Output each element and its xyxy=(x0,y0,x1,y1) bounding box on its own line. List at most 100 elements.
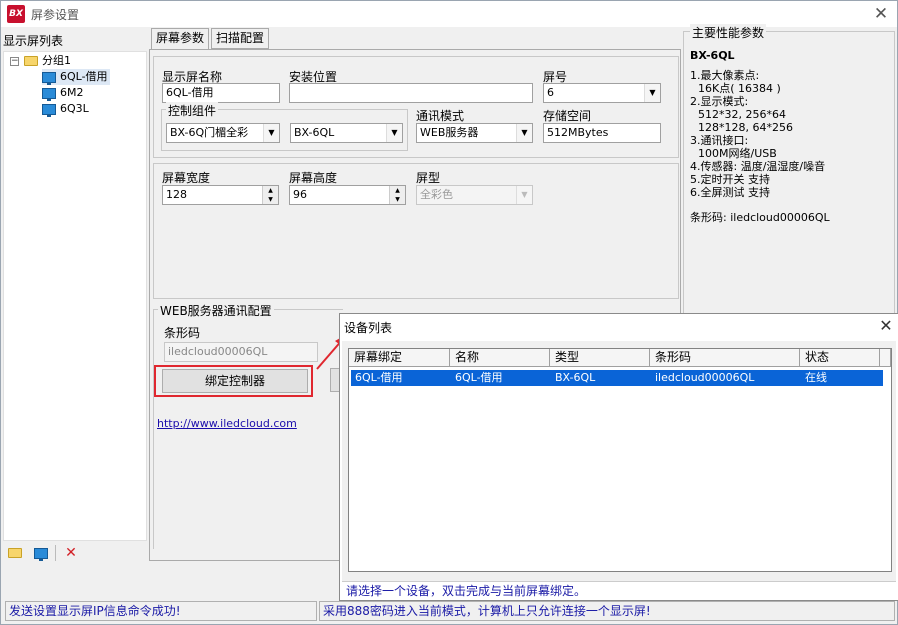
col-header[interactable]: 条形码 xyxy=(650,349,800,367)
tab-scan-config[interactable]: 扫描配置 xyxy=(211,28,270,49)
window-close-button[interactable]: ✕ xyxy=(869,3,893,25)
spec-barcode: 条形码: iledcloud00006QL xyxy=(690,211,830,224)
height-value: 96 xyxy=(293,188,307,201)
comm-label: 通讯模式 xyxy=(416,109,465,123)
width-label: 屏幕宽度 xyxy=(162,171,211,185)
tree-group-label: 分组1 xyxy=(42,54,71,67)
ctrl-group-label: 控制组件 xyxy=(166,102,219,119)
spin-down-icon[interactable]: ▼ xyxy=(262,195,278,204)
spin-down-icon[interactable]: ▼ xyxy=(389,195,405,204)
delete-button[interactable]: ✕ xyxy=(63,546,79,560)
type-label: 屏型 xyxy=(416,171,441,185)
tree-item-label: 6Q3L xyxy=(60,102,89,115)
specs-model: BX-6QL xyxy=(690,49,735,62)
monitor-icon xyxy=(34,547,48,561)
status-right: 采用888密码进入当前模式，计算机上只允许连接一个显示屏! xyxy=(319,601,895,621)
ctrl-model-select[interactable]: BX-6QL ▼ xyxy=(290,123,403,143)
comm-select[interactable]: WEB服务器 ▼ xyxy=(416,123,533,143)
storage-label: 存储空间 xyxy=(543,109,592,123)
tree-toolbar: ✕ xyxy=(3,541,147,565)
cell-barcode: iledcloud00006QL xyxy=(655,371,755,384)
spec-line: 100M网络/USB xyxy=(698,147,777,160)
tree-group[interactable]: 分组1 xyxy=(24,53,71,69)
monitor-icon xyxy=(42,71,56,85)
col-header[interactable]: 名称 xyxy=(450,349,550,367)
dialog-body: 屏幕绑定 名称 类型 条形码 状态 6QL-借用 6QL-借用 BX-6QL i… xyxy=(342,341,896,587)
width-value: 128 xyxy=(166,188,187,201)
spec-line: 6.全屏测试 支持 xyxy=(690,186,770,199)
dialog-close-button[interactable]: ✕ xyxy=(876,316,896,336)
highlight-box xyxy=(154,365,313,397)
spec-line: 16K点( 16384 ) xyxy=(698,82,781,95)
size-group: 屏幕宽度 128 ▲ ▼ 屏幕高度 96 ▲ ▼ 屏型 全彩色 ▼ xyxy=(153,163,679,299)
location-field[interactable] xyxy=(289,83,533,103)
monitor-icon xyxy=(42,103,56,117)
tree-item-label: 6M2 xyxy=(60,86,84,99)
col-header[interactable]: 屏幕绑定 xyxy=(349,349,450,367)
col-header-filler xyxy=(880,349,891,367)
chevron-down-icon: ▼ xyxy=(516,186,532,204)
name-field[interactable]: 6QL-借用 xyxy=(162,83,280,103)
monitor-icon xyxy=(42,87,56,101)
add-screen-button[interactable] xyxy=(33,546,49,561)
ctrl-series-select[interactable]: BX-6Q门楣全彩 ▼ xyxy=(166,123,280,143)
tree-item-6ql[interactable]: 6QL-借用 xyxy=(42,69,110,85)
screen-no-select[interactable]: 6 ▼ xyxy=(543,83,661,103)
cell-binding: 6QL-借用 xyxy=(355,371,403,384)
height-spinner[interactable]: 96 ▲ ▼ xyxy=(289,185,406,205)
cell-status: 在线 xyxy=(805,371,827,384)
cell-name: 6QL-借用 xyxy=(455,371,503,384)
tree-item-6m2[interactable]: 6M2 xyxy=(42,85,84,101)
tab-strip: 屏幕参数 扫描配置 xyxy=(149,27,679,50)
screen-list-header: 显示屏列表 xyxy=(3,34,64,48)
screen-tree[interactable]: − 分组1 6QL-借用 6M2 6Q3L xyxy=(3,51,147,541)
spec-line: 128*128, 64*256 xyxy=(698,121,793,134)
main-window: BX 屏参设置 ✕ 显示屏列表 − 分组1 6QL-借用 6M2 6Q3L ✕ … xyxy=(0,0,898,625)
comm-value: WEB服务器 xyxy=(420,126,479,139)
spec-line: 4.传感器: 温度/温湿度/噪音 xyxy=(690,160,826,173)
cell-type: BX-6QL xyxy=(555,371,596,384)
window-title: 屏参设置 xyxy=(31,8,80,22)
website-link[interactable]: http://www.iledcloud.com xyxy=(157,417,297,430)
folder-icon xyxy=(24,56,38,66)
spec-line: 3.通讯接口: xyxy=(690,134,749,147)
spec-line: 5.定时开关 支持 xyxy=(690,173,770,186)
table-row[interactable]: 6QL-借用 6QL-借用 BX-6QL iledcloud00006QL 在线 xyxy=(351,370,883,386)
spin-up-icon[interactable]: ▲ xyxy=(262,186,278,195)
type-value: 全彩色 xyxy=(420,188,453,201)
chevron-down-icon: ▼ xyxy=(644,84,660,102)
add-group-button[interactable] xyxy=(7,546,23,560)
chevron-down-icon: ▼ xyxy=(386,124,402,142)
app-logo-icon: BX xyxy=(7,5,25,23)
collapse-icon[interactable]: − xyxy=(10,57,19,66)
storage-field[interactable]: 512MBytes xyxy=(543,123,661,143)
toolbar-divider xyxy=(55,545,56,561)
ctrl-model-value: BX-6QL xyxy=(294,126,335,139)
barcode-label: 条形码 xyxy=(164,326,201,340)
col-header[interactable]: 状态 xyxy=(800,349,880,367)
screen-no-value: 6 xyxy=(547,86,554,99)
device-list-dialog: 设备列表 ✕ 屏幕绑定 名称 类型 条形码 状态 6QL-借用 6QL-借用 B… xyxy=(339,313,898,601)
ctrl-series-value: BX-6Q门楣全彩 xyxy=(170,126,249,139)
width-spinner[interactable]: 128 ▲ ▼ xyxy=(162,185,279,205)
spec-line: 1.最大像素点: xyxy=(690,69,760,82)
tree-item-6q3l[interactable]: 6Q3L xyxy=(42,101,89,117)
dialog-title: 设备列表 xyxy=(344,321,393,335)
col-header[interactable]: 类型 xyxy=(550,349,650,367)
dialog-hint: 请选择一个设备，双击完成与当前屏幕绑定。 xyxy=(342,581,896,599)
chevron-down-icon: ▼ xyxy=(516,124,532,142)
folder-icon xyxy=(8,548,22,558)
type-select: 全彩色 ▼ xyxy=(416,185,533,205)
web-group-label: WEB服务器通讯配置 xyxy=(158,302,274,319)
device-table[interactable]: 屏幕绑定 名称 类型 条形码 状态 6QL-借用 6QL-借用 BX-6QL i… xyxy=(348,348,892,572)
spec-line: 2.显示模式: xyxy=(690,95,749,108)
specs-title: 主要性能参数 xyxy=(690,24,767,41)
status-left: 发送设置显示屏IP信息命令成功! xyxy=(5,601,317,621)
spec-line: 512*32, 256*64 xyxy=(698,108,786,121)
basic-group: 显示屏名称 6QL-借用 安装位置 屏号 6 ▼ 控制组件 BX-6Q门楣全彩 ▼ … xyxy=(153,56,679,158)
tab-screen-params[interactable]: 屏幕参数 xyxy=(151,28,210,50)
height-label: 屏幕高度 xyxy=(289,171,338,185)
ctrl-group: 控制组件 BX-6Q门楣全彩 ▼ BX-6QL ▼ xyxy=(161,102,408,151)
tree-item-label: 6QL-借用 xyxy=(60,70,108,83)
spin-up-icon[interactable]: ▲ xyxy=(389,186,405,195)
